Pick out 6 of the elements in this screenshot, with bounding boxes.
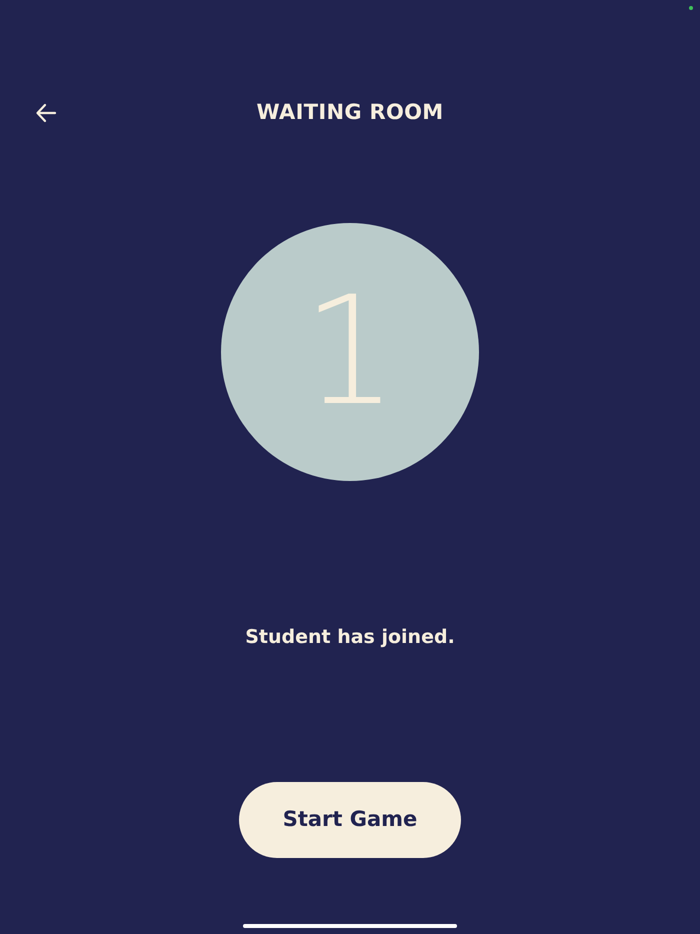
screen-title: WAITING ROOM bbox=[256, 99, 444, 126]
back-arrow-icon bbox=[35, 102, 57, 124]
start-game-button[interactable]: Start Game bbox=[239, 782, 461, 858]
status-message: Student has joined. bbox=[245, 625, 455, 650]
joined-count: 1 bbox=[302, 277, 398, 427]
privacy-indicator-dot bbox=[689, 6, 693, 10]
